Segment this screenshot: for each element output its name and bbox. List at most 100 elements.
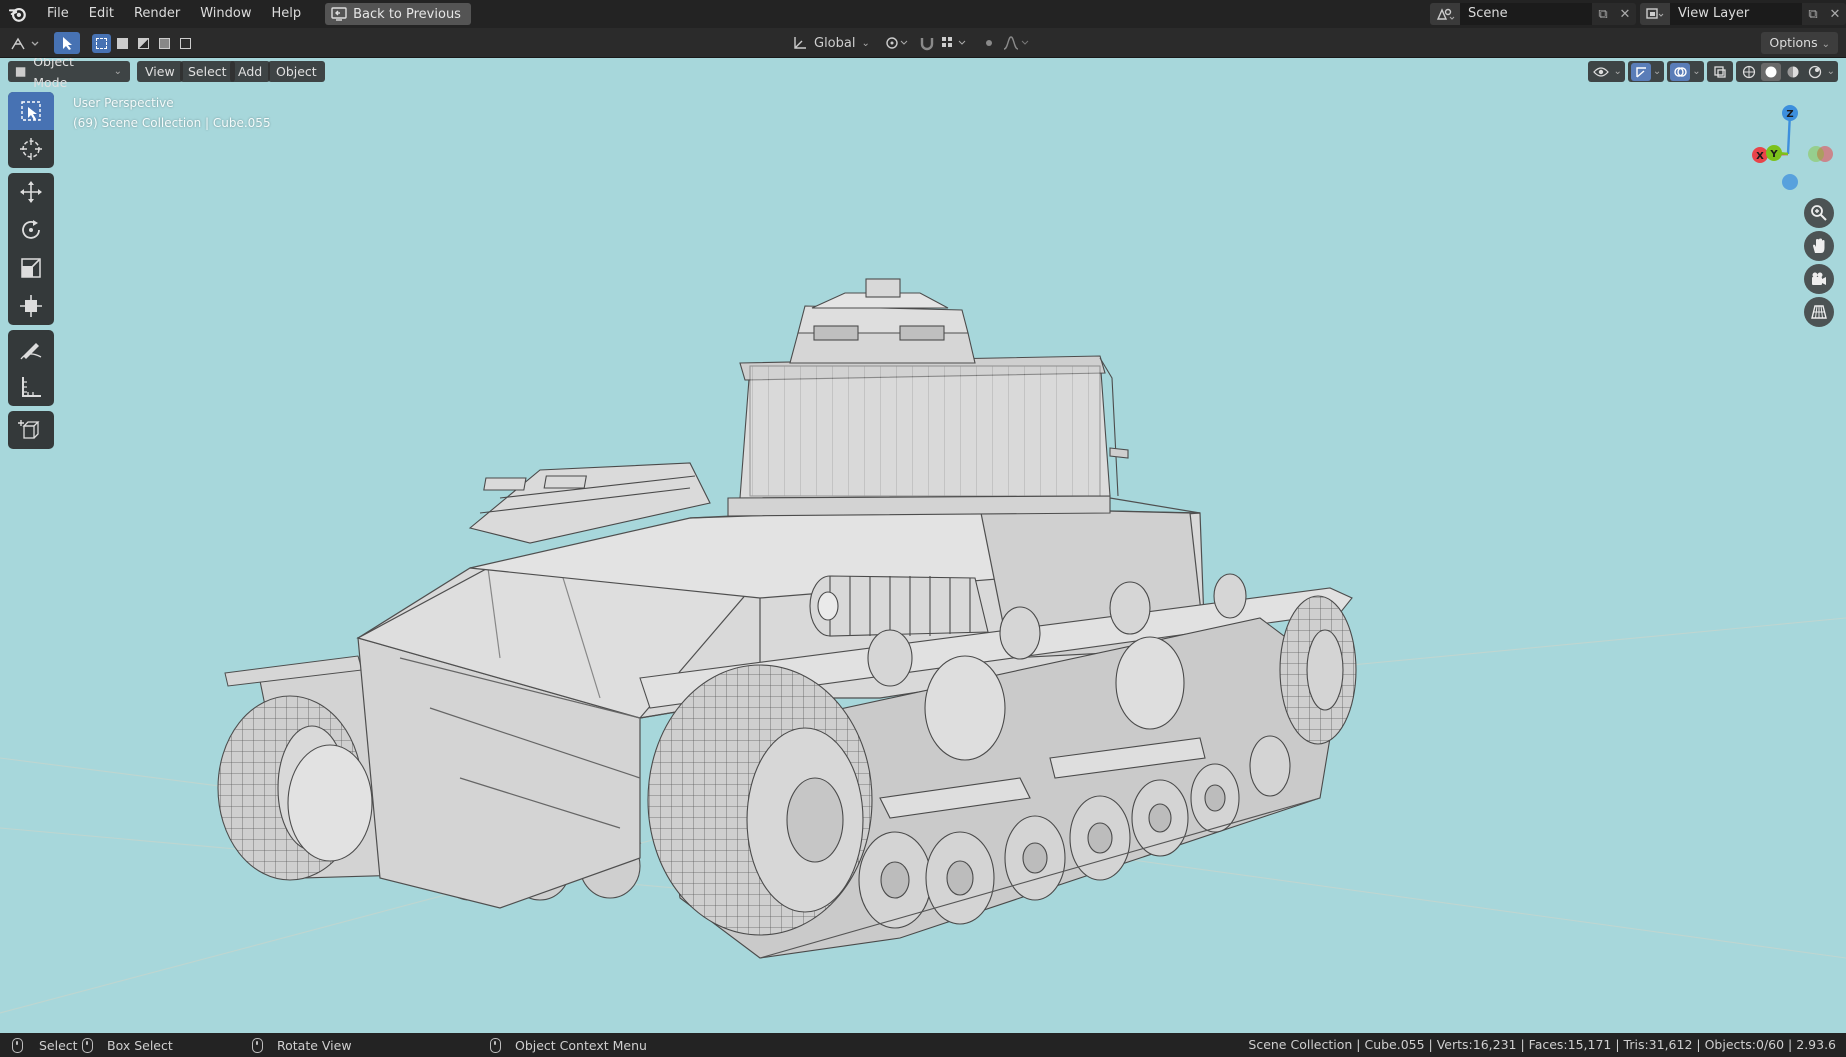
select-box-icon: [21, 101, 41, 121]
proportional-editing-icon: [986, 40, 992, 46]
viewport-display-controls: ⌄ ⌄ ⌄ ⌄: [1588, 61, 1838, 82]
extend-selection-icon[interactable]: [113, 34, 132, 53]
chevron-down-icon: ⌄: [113, 66, 122, 77]
editor-type-icon: [11, 37, 39, 50]
object-mode-icon: [15, 66, 26, 77]
measure-tool[interactable]: [8, 368, 54, 406]
wireframe-shading-icon[interactable]: [1739, 63, 1759, 81]
transform-orientation-label: Global: [814, 35, 856, 51]
menu-window[interactable]: Window: [190, 3, 261, 25]
mouse-right-icon: [490, 1037, 501, 1053]
close-scene-icon[interactable]: ✕: [1614, 3, 1636, 25]
tool-group-select: [8, 92, 54, 168]
move-tool[interactable]: [8, 173, 54, 211]
xray-icon: [1710, 63, 1730, 81]
back-to-previous-label: Back to Previous: [353, 6, 461, 22]
perspective-label: User Perspective: [73, 96, 174, 110]
turret: [727, 278, 1129, 517]
blender-logo-icon[interactable]: [9, 5, 27, 23]
tool-group-add: [8, 411, 54, 449]
zoom-button[interactable]: [1804, 198, 1834, 228]
object-menu[interactable]: Object: [268, 61, 325, 82]
cursor-tool[interactable]: [8, 130, 54, 168]
overlays-icon: [1670, 62, 1691, 81]
mouse-middle-icon: [252, 1037, 263, 1053]
new-view-layer-icon[interactable]: ⧉: [1802, 3, 1824, 25]
object-mode-dropdown[interactable]: Object Mode ⌄: [8, 58, 130, 90]
pan-button[interactable]: [1804, 231, 1834, 261]
solid-shading-icon[interactable]: [1760, 62, 1781, 81]
options-label: Options: [1769, 35, 1818, 50]
status-box-select-label: Box Select: [107, 1037, 173, 1053]
close-view-layer-icon[interactable]: ✕: [1824, 3, 1846, 25]
move-icon: [20, 181, 42, 203]
transform-icon: [20, 295, 42, 317]
editor-type-dropdown[interactable]: [8, 32, 44, 54]
cursor-icon: [20, 138, 42, 160]
add-menu[interactable]: Add: [230, 61, 271, 82]
pivot-point-icon: [886, 37, 908, 49]
select-box-tool[interactable]: [8, 92, 54, 130]
back-screen-icon: [331, 7, 347, 21]
rotate-tool[interactable]: [8, 211, 54, 249]
perspective-toggle-button[interactable]: [1804, 297, 1834, 327]
left-toolbar: [8, 92, 54, 454]
workspace-controls: Scene ⧉ ✕ View Layer ⧉ ✕: [1430, 3, 1846, 25]
scene-selector[interactable]: Scene ⧉ ✕: [1430, 3, 1636, 25]
xray-toggle[interactable]: [1706, 61, 1733, 82]
pivot-point-dropdown[interactable]: [882, 32, 912, 54]
collection-label: (69) Scene Collection | Cube.055: [73, 116, 271, 130]
navigation-gizmo[interactable]: Z X Y: [1726, 92, 1846, 212]
rendered-shading-icon[interactable]: [1805, 63, 1825, 81]
new-scene-icon[interactable]: ⧉: [1592, 3, 1614, 25]
3d-viewport[interactable]: Object Mode ⌄ View Select Add Object ⌄ ⌄…: [0, 58, 1846, 1033]
hand-icon: [1813, 238, 1825, 253]
chevron-down-icon: ⌄: [1826, 66, 1835, 77]
measure-icon: [22, 377, 41, 397]
set-new-selection-icon[interactable]: [92, 33, 111, 53]
eye-icon: [1591, 63, 1611, 81]
scale-tool[interactable]: [8, 249, 54, 287]
proportional-editing-controls[interactable]: [982, 32, 1040, 54]
menu-file[interactable]: File: [37, 3, 79, 25]
subtract-selection-icon[interactable]: [134, 34, 153, 53]
object-mode-label: Object Mode: [33, 58, 74, 90]
grid-perspective-icon: [1811, 305, 1827, 319]
add-cube-tool[interactable]: [8, 411, 54, 449]
snapping-controls[interactable]: [918, 32, 976, 54]
gizmo-toggle[interactable]: ⌄: [1627, 61, 1665, 82]
visibility-dropdown[interactable]: ⌄: [1588, 61, 1625, 82]
annotate-icon: [20, 343, 42, 360]
menu-help[interactable]: Help: [262, 3, 312, 25]
scene-icon[interactable]: [1430, 3, 1460, 25]
back-to-previous-button[interactable]: Back to Previous: [325, 3, 471, 25]
overlays-toggle[interactable]: ⌄: [1667, 61, 1704, 82]
status-rotate-label: Rotate View: [277, 1037, 352, 1053]
camera-view-button[interactable]: [1804, 264, 1834, 294]
orientation-axes-icon: [794, 37, 806, 49]
view-layer-icon[interactable]: [1640, 3, 1670, 25]
falloff-curve-icon: [1003, 36, 1029, 50]
transform-tool[interactable]: [8, 287, 54, 325]
scene-name-field[interactable]: Scene: [1460, 3, 1592, 25]
tank-model-scene[interactable]: [0, 58, 1846, 1033]
annotate-tool[interactable]: [8, 330, 54, 368]
view-layer-selector[interactable]: View Layer ⧉ ✕: [1640, 3, 1846, 25]
options-dropdown[interactable]: Options ⌄: [1761, 32, 1838, 54]
material-shading-icon[interactable]: [1783, 63, 1803, 81]
gizmo-y-label: Y: [1769, 149, 1778, 160]
select-tool-indicator[interactable]: [54, 32, 80, 54]
intersect-selection-icon[interactable]: [176, 34, 195, 53]
transform-orientation-dropdown[interactable]: Global ⌄: [788, 32, 874, 54]
view-menu[interactable]: View: [137, 61, 183, 82]
gizmo-x-label: X: [1756, 151, 1764, 162]
chevron-down-icon: ⌄: [1692, 66, 1701, 77]
view-layer-field[interactable]: View Layer: [1670, 3, 1802, 25]
menu-edit[interactable]: Edit: [79, 3, 124, 25]
select-menu[interactable]: Select: [180, 61, 235, 82]
status-bar: Select Box Select Rotate View Object Con…: [0, 1033, 1846, 1057]
invert-selection-icon[interactable]: [155, 34, 174, 53]
rotate-icon: [22, 220, 40, 239]
menu-render[interactable]: Render: [124, 3, 190, 25]
tool-header: Global ⌄ Options ⌄: [0, 28, 1846, 58]
